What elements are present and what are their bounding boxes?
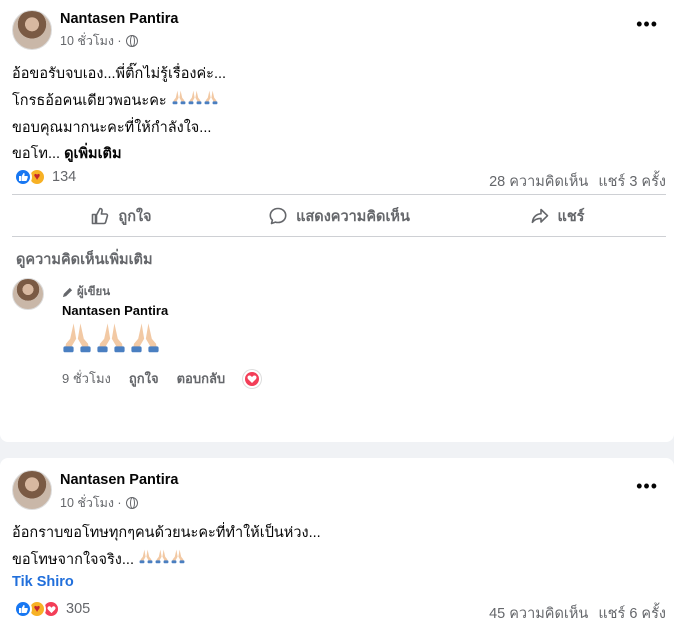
comment-pray-emojis <box>60 320 162 354</box>
author-badge-label: ผู้เขียน <box>77 286 111 298</box>
post-stats: 45 ความคิดเห็น แชร์ 6 ครั้ง <box>489 602 666 625</box>
pray-emoji-group <box>171 93 219 109</box>
post-meta: 10 ชั่วโมง · <box>60 493 138 513</box>
avatar[interactable] <box>12 470 52 510</box>
pray-emoji-icon <box>94 320 128 354</box>
globe-icon <box>125 35 138 47</box>
comment-bubble-icon <box>269 207 287 225</box>
see-more-link[interactable]: ดูเพิ่มเติม <box>64 146 121 162</box>
reaction-summary[interactable]: ♥ 305 <box>14 600 90 618</box>
post-author[interactable]: Nantasen Pantira <box>60 11 178 27</box>
reaction-count: 305 <box>66 601 91 617</box>
view-more-comments-link[interactable]: ดูความคิดเห็นเพิ่มเติม <box>16 248 153 271</box>
post-card-1: Nantasen Pantira 10 ชั่วโมง · ••• อ้อขอร… <box>0 0 674 442</box>
pray-emoji-icon <box>203 89 219 105</box>
thumbs-up-icon <box>92 207 109 225</box>
pray-emoji-icon <box>138 548 154 564</box>
comment-count-link[interactable]: 45 ความคิดเห็น <box>489 602 588 625</box>
commenter-avatar[interactable] <box>12 278 44 310</box>
pray-emoji-icon <box>154 548 170 564</box>
pray-emoji-icon <box>171 89 187 105</box>
author-badge: ผู้เขียน <box>62 283 110 301</box>
reaction-count: 134 <box>52 169 77 185</box>
comment-button-label: แสดงความคิดเห็น <box>296 208 410 225</box>
post-text-line: ขอบคุณมากนะคะที่ให้กำลังใจ... <box>12 120 212 136</box>
comment-actions: 9 ชั่วโมง ถูกใจ ตอบกลับ <box>62 368 262 389</box>
globe-icon <box>125 497 138 509</box>
post-text-line-with-emoji: โกรธอ้อคนเดียวพอนะคะ <box>12 89 219 112</box>
post-text-line: อ้อขอรับจบเอง...พี่ติ๊กไม่รู้เรื่องค่ะ..… <box>12 66 227 82</box>
post-stats: 28 ความคิดเห็น แชร์ 3 ครั้ง <box>489 170 666 193</box>
post-text-line-with-emoji: ขอโทษจากใจจริง... <box>12 548 186 571</box>
comment-time[interactable]: 9 ชั่วโมง <box>62 368 111 389</box>
share-arrow-icon <box>531 208 548 224</box>
divider <box>12 236 666 237</box>
comment-author[interactable]: Nantasen Pantira <box>62 303 168 318</box>
post-author[interactable]: Nantasen Pantira <box>60 472 178 488</box>
like-button[interactable]: ถูกใจ <box>12 196 230 236</box>
post-time[interactable]: 10 ชั่วโมง · <box>60 493 122 513</box>
share-count-link[interactable]: แชร์ 3 ครั้ง <box>598 170 666 193</box>
post-text-line: อ้อกราบขอโทษทุกๆคนด้วยนะคะที่ทำให้เป็นห่… <box>12 525 321 541</box>
divider <box>12 194 666 195</box>
heart-reaction-icon[interactable] <box>243 369 262 388</box>
post-card-2: Nantasen Pantira 10 ชั่วโมง · ••• อ้อกรา… <box>0 458 674 627</box>
post-meta: 10 ชั่วโมง · <box>60 31 138 51</box>
like-reaction-icon <box>14 600 32 618</box>
more-options-icon[interactable]: ••• <box>636 14 658 35</box>
comment-like-button[interactable]: ถูกใจ <box>129 368 159 389</box>
like-reaction-icon <box>14 168 32 186</box>
share-button[interactable]: แชร์ <box>448 196 666 236</box>
post-text-line-truncated: ขอโท... ดูเพิ่มเติม <box>12 146 122 162</box>
more-options-icon[interactable]: ••• <box>636 476 658 497</box>
share-button-label: แชร์ <box>557 208 585 225</box>
reaction-summary[interactable]: ♥ 134 <box>14 168 76 186</box>
pen-icon <box>62 287 73 297</box>
post-time[interactable]: 10 ชั่วโมง · <box>60 31 122 51</box>
pray-emoji-icon <box>170 548 186 564</box>
share-count-link[interactable]: แชร์ 6 ครั้ง <box>598 602 666 625</box>
tagged-user-link[interactable]: Tik Shiro <box>12 574 74 590</box>
post-action-bar: ถูกใจ แสดงความคิดเห็น แชร์ <box>12 196 666 236</box>
pray-emoji-icon <box>60 320 94 354</box>
comment-button[interactable]: แสดงความคิดเห็น <box>230 196 448 236</box>
pray-emoji-icon <box>128 320 162 354</box>
pray-emoji-group <box>138 552 186 568</box>
comment-reply-button[interactable]: ตอบกลับ <box>177 368 226 389</box>
avatar[interactable] <box>12 10 52 50</box>
comment-count-link[interactable]: 28 ความคิดเห็น <box>489 170 588 193</box>
pray-emoji-icon <box>187 89 203 105</box>
like-button-label: ถูกใจ <box>118 208 152 225</box>
